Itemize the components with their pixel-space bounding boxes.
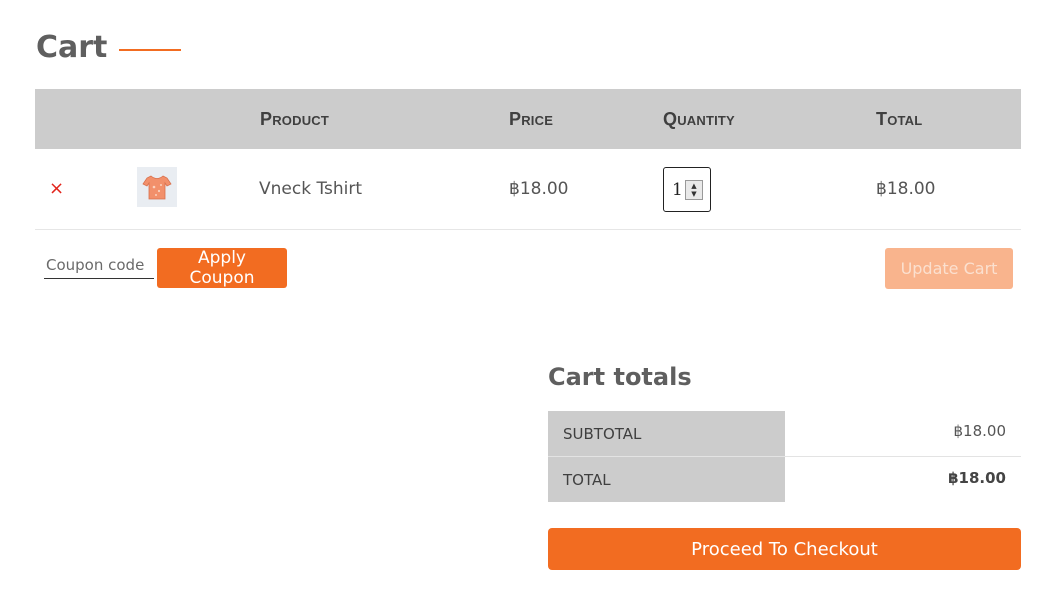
quantity-stepper[interactable]: 1 ▲ ▼ [663,167,711,212]
cart-totals-table: SUBTOTAL ฿18.00 TOTAL ฿18.00 [548,411,1021,502]
column-header-total: Total [876,109,923,129]
apply-coupon-button[interactable]: Apply Coupon [157,248,287,288]
total-label: TOTAL [548,457,785,502]
total-value: ฿18.00 [948,469,1006,487]
total-row: TOTAL ฿18.00 [548,456,1021,502]
product-price: ฿18.00 [509,179,569,199]
coupon-code-input[interactable] [44,252,154,279]
column-header-product: Product [260,109,330,129]
product-thumbnail[interactable] [137,167,177,207]
tshirt-icon [142,175,172,200]
cart-table: Product Price Quantity Total × Vneck Tsh… [35,89,1021,230]
subtotal-row: SUBTOTAL ฿18.00 [548,411,1021,456]
decrement-arrow-icon[interactable]: ▼ [691,190,696,198]
line-total: ฿18.00 [876,179,936,199]
subtotal-value: ฿18.00 [953,422,1007,440]
product-name-link[interactable]: Vneck Tshirt [259,177,362,201]
quantity-spinner[interactable]: ▲ ▼ [685,179,703,200]
cart-table-header: Product Price Quantity Total [35,89,1021,149]
column-header-quantity: Quantity [663,109,735,129]
page-title: Cart [36,30,182,65]
cart-totals-title: Cart totals [548,363,692,391]
increment-arrow-icon[interactable]: ▲ [691,182,696,190]
proceed-to-checkout-button[interactable]: Proceed To Checkout [548,528,1021,570]
table-row: × Vneck Tshirt ฿18.00 1 ▲ ▼ ฿18.00 [35,149,1021,230]
subtotal-label: SUBTOTAL [548,411,785,456]
remove-item-icon[interactable]: × [49,177,64,201]
title-underline [119,48,182,51]
quantity-value[interactable]: 1 [672,180,683,200]
page-title-text: Cart [36,30,108,65]
update-cart-button[interactable]: Update Cart [885,248,1013,289]
column-header-price: Price [509,109,554,129]
